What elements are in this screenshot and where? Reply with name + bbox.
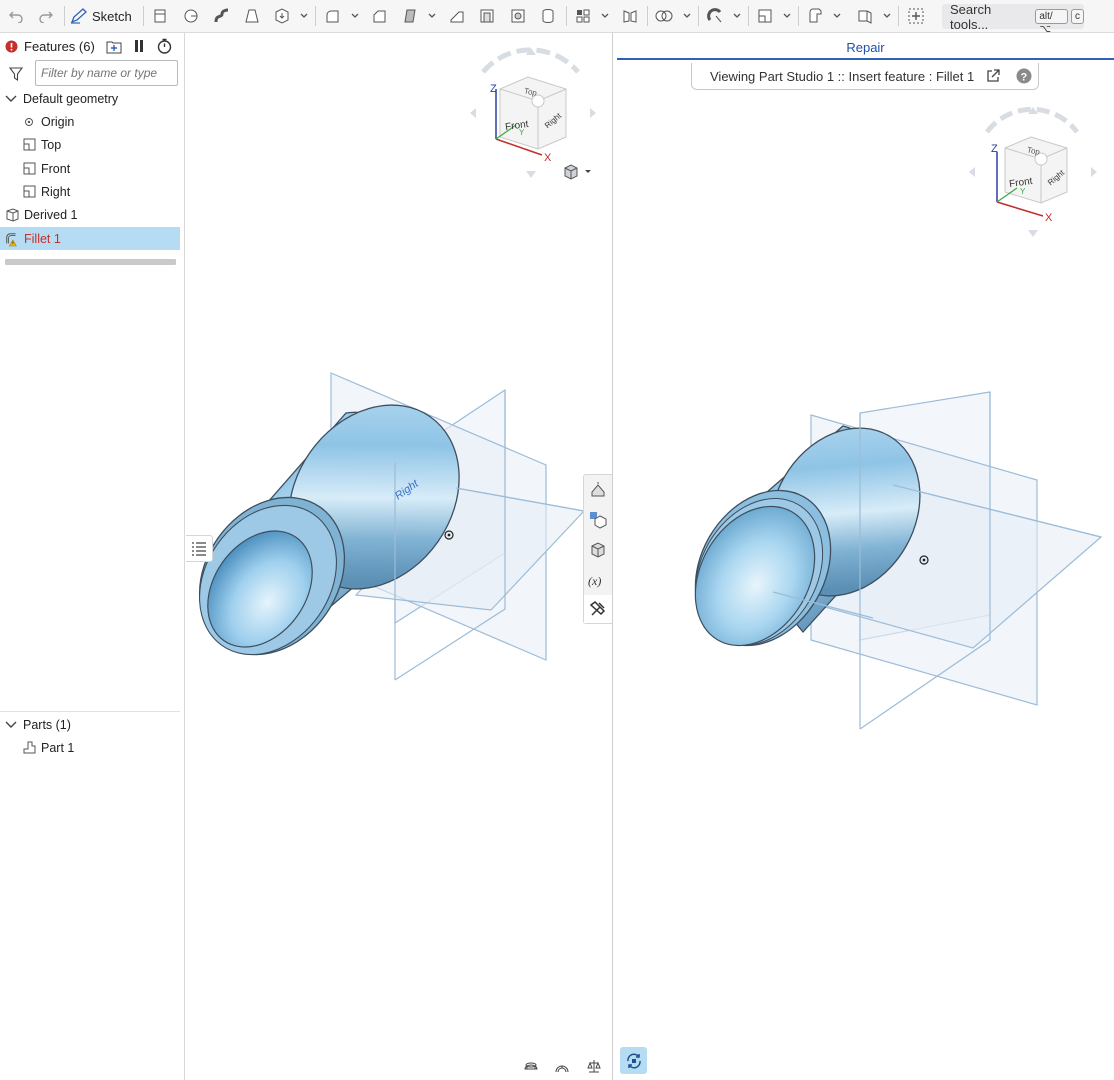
sync-view-icon: [626, 1053, 641, 1068]
main-viewport[interactable]: Right Z X Y Top Front Right: [186, 33, 612, 1080]
default-geometry-label: Default geometry: [23, 91, 119, 106]
default-geometry-group[interactable]: Default geometry: [0, 87, 180, 110]
mirror-icon[interactable]: [620, 5, 640, 27]
error-icon[interactable]: [5, 40, 19, 54]
viewing-banner: Viewing Part Studio 1 :: Insert feature …: [691, 63, 1039, 90]
derived-icon: [5, 207, 19, 222]
sketch-button[interactable]: Sketch: [70, 5, 136, 27]
tree-item-fillet[interactable]: Fillet 1: [0, 227, 180, 250]
render-icon[interactable]: [584, 535, 612, 565]
pattern-icon[interactable]: [573, 5, 593, 27]
feature-filter-input[interactable]: [35, 60, 178, 86]
thicken-icon[interactable]: [272, 5, 292, 27]
view-mode-dropdown[interactable]: [563, 163, 593, 181]
origin-icon: [22, 115, 36, 129]
front-label: Front: [41, 161, 71, 176]
extrude-icon[interactable]: [150, 5, 170, 27]
repair-viewport[interactable]: Z X Y Top Front Right: [613, 92, 1114, 1080]
tree-item-front[interactable]: Front: [0, 157, 180, 180]
feature-list-panel: Features (6) Default geometry Origin Top…: [0, 33, 185, 1080]
origin-label: Origin: [41, 114, 75, 129]
shortcut-key-alt: alt/⌥: [1035, 9, 1068, 35]
sync-view-button[interactable]: [620, 1047, 647, 1074]
plane-icon: [22, 138, 36, 152]
variables-icon[interactable]: (x): [584, 565, 612, 595]
parts-title: Parts (1): [23, 717, 71, 732]
side-toolbar: (x): [583, 474, 613, 624]
derived-label: Derived 1: [24, 207, 78, 222]
axis-z-label-repair: Z: [991, 143, 998, 155]
axis-z-label: Z: [490, 83, 497, 95]
axis-x-label: X: [544, 152, 552, 164]
parts-group[interactable]: Parts (1): [0, 713, 180, 736]
repair-tools-icon[interactable]: [584, 595, 612, 623]
cylinder-tool-icon[interactable]: [538, 5, 558, 27]
right-label: Right: [41, 184, 71, 199]
pause-icon[interactable]: [133, 39, 147, 55]
hole-icon[interactable]: [508, 5, 528, 27]
boolean-icon[interactable]: [653, 5, 675, 27]
sheet-metal-icon[interactable]: [855, 5, 875, 27]
open-external-icon[interactable]: [986, 69, 1000, 83]
tree-item-derived[interactable]: Derived 1: [0, 203, 180, 226]
rollback-bar[interactable]: [5, 259, 176, 265]
split-icon[interactable]: [705, 5, 725, 27]
surface-icon[interactable]: [805, 5, 825, 27]
redo-icon[interactable]: [36, 5, 56, 27]
stopwatch-icon[interactable]: [157, 38, 173, 55]
undo-icon[interactable]: [6, 5, 26, 27]
chevron-down-icon[interactable]: [4, 92, 18, 106]
divider: [0, 711, 180, 712]
appearance-icon[interactable]: [584, 475, 612, 505]
revolve-icon[interactable]: [181, 5, 201, 27]
chamfer-icon[interactable]: [369, 5, 389, 27]
tree-item-top[interactable]: Top: [0, 133, 180, 156]
svg-text:?: ?: [1021, 72, 1028, 84]
plane-tool-icon[interactable]: [755, 5, 775, 27]
shell-icon[interactable]: [477, 5, 497, 27]
list-icon: [192, 541, 206, 556]
fillet-tool-icon[interactable]: [322, 5, 342, 27]
list-toggle-button[interactable]: [186, 535, 213, 562]
axis-x-label-repair: X: [1045, 212, 1053, 224]
loft-icon[interactable]: [242, 5, 262, 27]
sweep-icon[interactable]: [212, 5, 232, 27]
mass-properties-icon[interactable]: [586, 1058, 602, 1074]
filter-icon[interactable]: [8, 67, 24, 82]
features-title: Features (6): [24, 39, 95, 54]
search-tools-label: Search tools...: [950, 1, 992, 32]
view-cube-repair[interactable]: Z X Y Top Front Right: [965, 102, 1101, 242]
plane-icon: [22, 185, 36, 199]
add-folder-icon[interactable]: [106, 39, 122, 55]
sketch-label: Sketch: [92, 8, 132, 24]
add-custom-feature-icon[interactable]: [905, 5, 927, 27]
search-tools-button[interactable]: Search tools... alt/⌥ c: [942, 1, 1084, 35]
part1-label: Part 1: [41, 740, 75, 755]
svg-text:(x): (x): [588, 574, 601, 588]
rib-icon[interactable]: [447, 5, 467, 27]
part-icon: [22, 741, 36, 755]
top-label: Top: [41, 137, 62, 152]
fillet-warning-icon: [5, 232, 19, 246]
section-view-icon[interactable]: [523, 1058, 539, 1074]
chevron-down-icon[interactable]: [4, 718, 18, 732]
viewing-text: Viewing Part Studio 1 :: Insert feature …: [710, 68, 975, 84]
measure-icon[interactable]: [554, 1058, 570, 1074]
tree-item-part1[interactable]: Part 1: [0, 736, 180, 759]
repair-tab[interactable]: Repair: [617, 36, 1114, 60]
display-states-icon[interactable]: [584, 505, 612, 535]
help-icon[interactable]: ?: [1016, 68, 1032, 84]
fillet-label: Fillet 1: [24, 231, 61, 246]
plane-icon: [22, 162, 36, 176]
pencil-icon: [70, 8, 87, 24]
tree-item-right[interactable]: Right: [0, 180, 180, 203]
shortcut-key-c: c: [1071, 9, 1084, 24]
draft-icon[interactable]: [400, 5, 420, 27]
tree-item-origin[interactable]: Origin: [0, 110, 180, 133]
main-toolbar: Sketch Search tools... alt/⌥ c: [0, 0, 1114, 35]
